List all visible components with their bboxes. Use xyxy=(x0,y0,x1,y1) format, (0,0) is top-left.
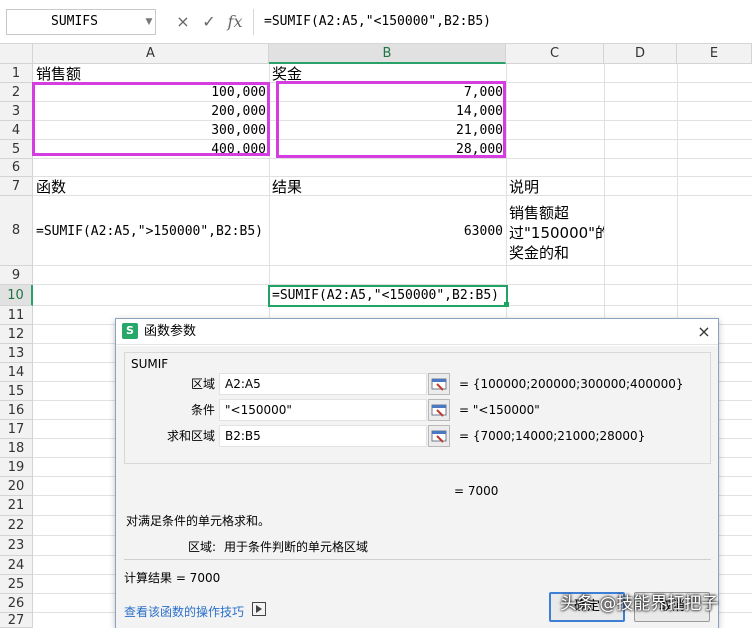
cell-c7[interactable]: 说明 xyxy=(506,177,604,196)
cell-a1[interactable]: 销售额 xyxy=(33,64,269,83)
arg-result-range: = {100000;200000;300000;400000} xyxy=(459,377,684,391)
function-help-link[interactable]: 查看该函数的操作技巧 xyxy=(124,603,244,620)
row-header-9[interactable]: 9 xyxy=(0,266,33,285)
name-box[interactable]: SUMIFS xyxy=(6,9,156,35)
function-arguments-dialog: S 函数参数 × SUMIF 区域 A2:A5 = {100000;200000… xyxy=(115,318,719,628)
row-header-17[interactable]: 17 xyxy=(0,420,33,439)
wps-logo-icon: S xyxy=(122,323,138,339)
cell-a3[interactable]: 200,000 xyxy=(33,102,269,121)
dialog-body: SUMIF 区域 A2:A5 = {100000;200000;300000;4… xyxy=(116,346,718,628)
row-header-4[interactable]: 4 xyxy=(0,121,33,140)
cell-b8[interactable]: 63000 xyxy=(269,196,506,266)
row-header-19[interactable]: 19 xyxy=(0,458,33,477)
row-header-21[interactable]: 21 xyxy=(0,496,33,516)
cell-a5[interactable]: 400,000 xyxy=(33,140,269,159)
cell-b2[interactable]: 7,000 xyxy=(269,83,506,102)
cell-a4[interactable]: 300,000 xyxy=(33,121,269,140)
fill-handle[interactable] xyxy=(504,302,509,307)
arg-label-range: 区域 xyxy=(190,377,215,391)
cell-b5[interactable]: 28,000 xyxy=(269,140,506,159)
cell-a7[interactable]: 函数 xyxy=(33,177,269,196)
arg-input-criteria[interactable]: "<150000" xyxy=(219,399,427,421)
row-header-25[interactable]: 25 xyxy=(0,575,33,594)
row-header-26[interactable]: 26 xyxy=(0,594,33,613)
row-header-15[interactable]: 15 xyxy=(0,382,33,401)
column-header-b[interactable]: B xyxy=(269,44,506,64)
row-header-13[interactable]: 13 xyxy=(0,344,33,363)
cancel-formula-icon[interactable]: × xyxy=(173,12,193,32)
row-header-5[interactable]: 5 xyxy=(0,140,33,159)
row-header-24[interactable]: 24 xyxy=(0,556,33,575)
cell-a2[interactable]: 100,000 xyxy=(33,83,269,102)
arguments-group: SUMIF 区域 A2:A5 = {100000;200000;300000;4… xyxy=(124,352,711,464)
collapse-dialog-icon[interactable] xyxy=(428,399,450,421)
column-header-d[interactable]: D xyxy=(604,44,677,64)
row-header-11[interactable]: 11 xyxy=(0,306,33,325)
function-description: 对满足条件的单元格求和。 xyxy=(126,514,271,528)
cell-a8[interactable]: =SUMIF(A2:A5,">150000",B2:B5) xyxy=(33,196,269,266)
divider xyxy=(124,559,711,560)
select-all-corner[interactable] xyxy=(0,44,33,64)
close-icon[interactable]: × xyxy=(694,321,714,343)
row-header-2[interactable]: 2 xyxy=(0,83,33,102)
arg-help-label: 区域: xyxy=(188,540,217,554)
arg-result-criteria: = "<150000" xyxy=(459,403,540,417)
arg-result-sum-range: = {7000;14000;21000;28000} xyxy=(459,429,646,443)
watermark: 头条 @技能界扛把子 xyxy=(560,594,719,614)
row-header-8[interactable]: 8 xyxy=(0,196,33,266)
confirm-formula-icon[interactable]: ✓ xyxy=(199,12,219,32)
arg-input-range[interactable]: A2:A5 xyxy=(219,373,427,395)
formula-input[interactable]: =SUMIF(A2:A5,"<150000",B2:B5) xyxy=(253,9,752,35)
column-header-e[interactable]: E xyxy=(677,44,752,64)
arg-label-criteria: 条件 xyxy=(190,403,215,417)
function-result: = 7000 xyxy=(454,484,499,498)
calculation-result: 计算结果 = 7000 xyxy=(124,571,221,585)
arg-label-sum-range: 求和区域 xyxy=(166,429,215,443)
column-header-a[interactable]: A xyxy=(33,44,269,64)
function-name: SUMIF xyxy=(131,357,169,371)
row-header-20[interactable]: 20 xyxy=(0,477,33,496)
collapse-dialog-icon[interactable] xyxy=(428,373,450,395)
row-header-18[interactable]: 18 xyxy=(0,439,33,458)
cell-b1[interactable]: 奖金 xyxy=(269,64,506,83)
row-header-16[interactable]: 16 xyxy=(0,401,33,420)
row-header-22[interactable]: 22 xyxy=(0,516,33,536)
row-header-12[interactable]: 12 xyxy=(0,325,33,344)
row-header-7[interactable]: 7 xyxy=(0,177,33,196)
formula-bar: SUMIFS ▼ × ✓ fx =SUMIF(A2:A5,"<150000",B… xyxy=(0,0,752,44)
row-header-10[interactable]: 10 xyxy=(0,285,33,306)
row-header-14[interactable]: 14 xyxy=(0,363,33,382)
row-header-23[interactable]: 23 xyxy=(0,536,33,556)
row-header-27[interactable]: 27 xyxy=(0,613,33,628)
dialog-title: 函数参数 xyxy=(144,324,197,339)
name-box-dropdown-icon[interactable]: ▼ xyxy=(143,9,155,35)
row-header-3[interactable]: 3 xyxy=(0,102,33,121)
cell-b4[interactable]: 21,000 xyxy=(269,121,506,140)
column-header-c[interactable]: C xyxy=(506,44,604,64)
row-header-1[interactable]: 1 xyxy=(0,64,33,83)
insert-function-icon[interactable]: fx xyxy=(225,12,245,32)
arg-input-sum-range[interactable]: B2:B5 xyxy=(219,425,427,447)
collapse-dialog-icon[interactable] xyxy=(428,425,450,447)
cell-b7[interactable]: 结果 xyxy=(269,177,506,196)
cell-b3[interactable]: 14,000 xyxy=(269,102,506,121)
video-icon[interactable] xyxy=(252,602,266,616)
cell-c8[interactable]: 销售额超过"150000"的奖金的和 xyxy=(506,196,604,266)
arg-help-text: 用于条件判断的单元格区域 xyxy=(224,540,369,554)
row-header-6[interactable]: 6 xyxy=(0,159,33,177)
active-cell-b10[interactable]: =SUMIF(A2:A5,"<150000",B2:B5) xyxy=(268,285,508,307)
dialog-title-bar[interactable]: S 函数参数 × xyxy=(116,319,718,345)
